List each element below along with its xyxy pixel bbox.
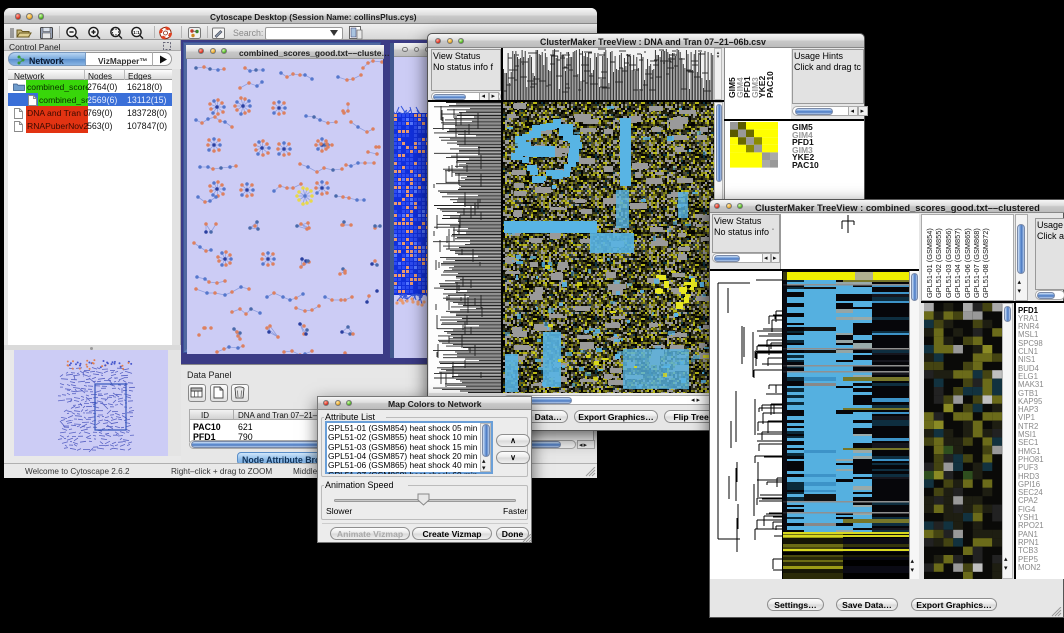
svg-text:1:1: 1:1	[133, 30, 140, 35]
